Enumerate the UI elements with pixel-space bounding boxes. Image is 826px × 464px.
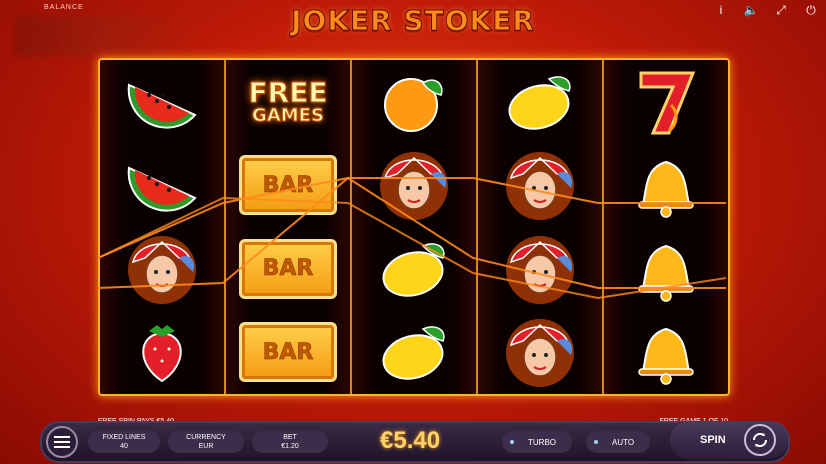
bar-tile: BAR — [239, 322, 337, 383]
lemon-symbol — [478, 60, 602, 144]
joker-symbol — [100, 227, 224, 311]
seven-icon — [639, 71, 696, 135]
joker-symbol — [478, 227, 602, 311]
joker-icon — [506, 235, 574, 304]
bar-symbol: BAR — [226, 144, 350, 228]
reel-3 — [352, 60, 478, 394]
bell-symbol — [604, 311, 728, 395]
bell-icon — [638, 328, 694, 385]
lemon-icon — [382, 326, 445, 380]
free-games-text: FREE GAMES — [248, 75, 328, 126]
spin-label: SPIN — [700, 434, 726, 446]
seven-symbol — [604, 60, 728, 144]
auto-toggle[interactable]: AUTO — [586, 431, 651, 453]
control-bar: FIXED LINES 40 CURRENCY EUR BET €1.20 €5… — [40, 421, 790, 463]
bell-icon — [638, 161, 694, 218]
reel-1 — [100, 60, 226, 394]
bell-symbol — [604, 144, 728, 228]
bar-tile: BAR — [239, 155, 337, 216]
bar-label: BAR — [262, 339, 314, 366]
free-games-symbol: FREE GAMES — [226, 60, 350, 144]
strawberry-symbol — [100, 311, 224, 395]
watermelon-symbol — [100, 144, 224, 228]
joker-icon — [506, 152, 574, 221]
lemon-icon — [508, 75, 571, 130]
fullscreen-icon[interactable]: ⤢ — [772, 2, 790, 18]
game-title: JOKER STOKER — [291, 4, 535, 38]
reel-5 — [604, 60, 728, 394]
joker-icon — [128, 235, 196, 304]
bet-label: BET — [283, 434, 297, 441]
watermelon-icon — [127, 83, 197, 129]
fixed-lines-label: FIXED LINES — [102, 434, 146, 441]
joker-symbol — [352, 144, 476, 228]
bell-icon — [638, 244, 694, 302]
auto-indicator-icon — [594, 440, 598, 444]
spin-arrows-icon — [743, 424, 776, 456]
reel-2: FREE GAMES BAR BAR BAR — [226, 60, 352, 394]
top-toolbar: i 🔈 ⤢ ⏻ — [712, 2, 820, 18]
turbo-toggle[interactable]: TURBO — [502, 431, 572, 453]
free-line-2: GAMES — [252, 104, 325, 126]
watermelon-icon — [127, 166, 197, 212]
bar-label: BAR — [262, 172, 314, 199]
hamburger-icon — [54, 436, 70, 448]
reel-grid: FREE GAMES BAR BAR BAR — [98, 58, 730, 396]
auto-label: AUTO — [612, 437, 635, 447]
win-amount: €5.40 — [380, 427, 441, 454]
turbo-label: TURBO — [528, 437, 556, 447]
bar-label: BAR — [262, 256, 314, 282]
spin-button[interactable]: SPIN — [670, 421, 788, 459]
joker-icon — [380, 152, 448, 221]
bar-symbol: BAR — [226, 227, 350, 311]
bar-tile: BAR — [239, 238, 337, 299]
lemon-symbol — [352, 227, 476, 311]
sound-icon[interactable]: 🔈 — [742, 2, 760, 18]
turbo-indicator-icon — [510, 440, 514, 444]
strawberry-icon — [142, 325, 182, 383]
bell-symbol — [604, 227, 728, 311]
bet-selector[interactable]: BET €1.20 — [252, 431, 328, 453]
bar-symbol: BAR — [226, 311, 350, 395]
currency-label: CURRENCY — [186, 434, 226, 441]
orange-icon — [384, 77, 443, 132]
reel-4 — [478, 60, 604, 394]
joker-symbol — [478, 311, 602, 395]
fixed-lines-display: FIXED LINES 40 — [88, 431, 160, 453]
orange-symbol — [352, 60, 476, 144]
currency-value: EUR — [198, 443, 214, 450]
bet-value: €1.20 — [281, 443, 299, 450]
lemon-icon — [382, 242, 445, 297]
fixed-lines-value: 40 — [120, 443, 128, 450]
power-icon[interactable]: ⏻ — [802, 2, 820, 18]
currency-display[interactable]: CURRENCY EUR — [168, 431, 244, 453]
menu-button[interactable] — [46, 426, 78, 458]
info-icon[interactable]: i — [712, 2, 730, 18]
lemon-symbol — [352, 311, 476, 395]
joker-symbol — [478, 144, 602, 228]
joker-icon — [506, 319, 574, 388]
watermelon-symbol — [100, 60, 224, 144]
free-line-1: FREE — [248, 75, 328, 109]
